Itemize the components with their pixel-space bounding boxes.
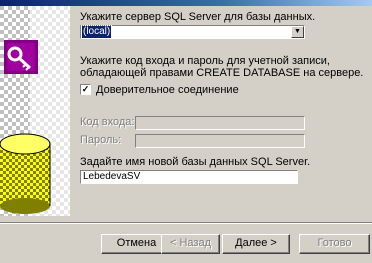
access-key-icon [4,40,38,74]
login-prompt-line2: обладающей правами CREATE DATABASE на се… [80,67,364,79]
checkmark-icon: ✓ [81,84,90,94]
next-button[interactable]: Далее > [222,234,290,254]
database-cylinder-icon [0,133,51,214]
finish-button[interactable]: Готово [299,234,370,254]
dbname-input[interactable]: LebedevaSV [80,170,298,184]
dbname-prompt: Задайте имя новой базы данных SQL Server… [80,156,311,168]
trusted-connection-checkbox[interactable]: ✓ [80,84,91,95]
wizard-side-graphic [0,6,70,216]
wizard-content: Укажите сервер SQL Server для базы данны… [80,6,372,220]
back-button[interactable]: < Назад [161,234,220,254]
button-divider [0,222,372,224]
server-combobox[interactable]: (local) ▼ [80,25,305,39]
trusted-connection-label[interactable]: Доверительное соединение [96,84,239,96]
login-label: Код входа: [80,116,135,128]
chevron-down-icon[interactable]: ▼ [291,26,304,38]
login-field[interactable] [135,116,305,130]
password-field[interactable] [135,134,305,148]
login-prompt-line1: Укажите код входа и пароль для учетной з… [80,55,330,67]
server-prompt: Укажите сервер SQL Server для базы данны… [80,11,316,23]
password-label: Пароль: [80,134,122,146]
server-value: (local) [80,25,113,39]
